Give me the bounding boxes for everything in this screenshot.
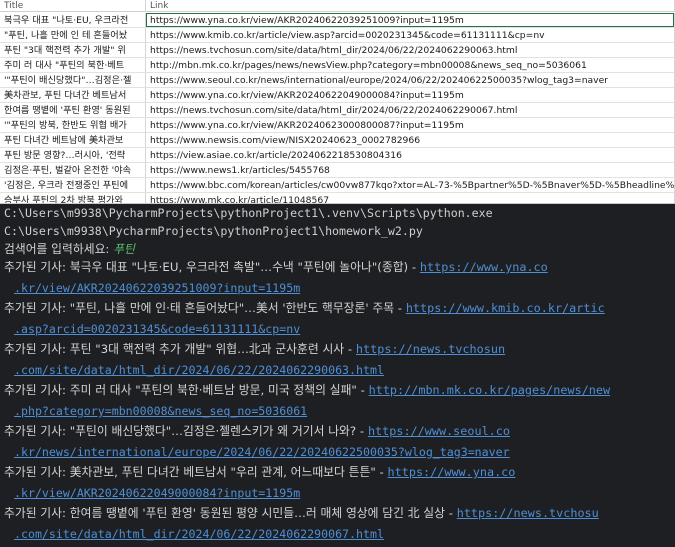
cell-link[interactable]: https://www.bbc.com/korean/articles/cw00… (146, 178, 675, 193)
output-line: 추가된 기사: 북극우 대표 "나토·EU, 우크라전 촉발"…수낵 "푸틴에 … (4, 258, 675, 276)
table-row: 한여름 땡볕에 '푸틴 환영' 동원된 https://news.tvchosun… (0, 103, 675, 118)
output-link-tail[interactable]: .php?category=mbn00008&news_seq_no=50360… (14, 404, 307, 418)
output-link-tail[interactable]: .asp?arcid=0020231345&code=61131111&cp=n… (14, 322, 300, 336)
output-link[interactable]: https://www.kmib.co.kr/artic (406, 301, 605, 315)
cell-link[interactable]: https://news.tvchosun.com/site/data/html… (146, 103, 675, 118)
input-prompt: 검색어를 입력하세요: 푸틴 (4, 240, 675, 258)
table-row: '김정은, 우크라 전쟁중인 푸틴에 https://www.bbc.com/ko… (0, 178, 675, 193)
output-link-continuation[interactable]: .kr/view/AKR20240622039251009?input=1195… (14, 279, 675, 297)
cell-link[interactable]: https://www.newsis.com/view/NISX20240623… (146, 133, 675, 148)
cell-title[interactable]: 美차관보, 푸틴 다녀간 베트남서 (0, 88, 146, 103)
cell-link[interactable]: https://www.yna.co.kr/view/AKR2024062204… (146, 88, 675, 103)
output-line: 추가된 기사: 美차관보, 푸틴 다녀간 베트남서 "우리 관계, 어느때보다 … (4, 463, 675, 481)
cell-link[interactable]: https://view.asiae.co.kr/article/2024062… (146, 148, 675, 163)
output-link[interactable]: https://news.tvchosun (356, 342, 505, 356)
cell-title[interactable]: 승부사 푸틴의 2차 방북 평가와 (0, 193, 146, 203)
cell-title[interactable]: 김정은·푸틴, 벌같아 온전한 '야속 (0, 163, 146, 178)
cell-title[interactable]: 푸틴 "3대 핵전력 추가 개발" 위 (0, 43, 146, 58)
cell-link[interactable]: https://www.yna.co.kr/view/AKR2024062203… (146, 13, 675, 28)
output-text: 추가된 기사: "푸틴이 배신당했다"…김정은·젤렌스키가 왜 거기서 나와? … (4, 424, 368, 438)
output-link-tail[interactable]: .com/site/data/html_dir/2024/06/22/20240… (14, 527, 384, 541)
table-row: "푸틴, 나흘 만에 인 테 흔들어놨 https://www.kmib.co.k… (0, 28, 675, 43)
output-text: 추가된 기사: 푸틴 "3대 핵전력 추가 개발" 위협…北과 군사훈련 시사 … (4, 342, 356, 356)
table-row: '"푸틴의 방북, 한반도 위협 배가 https://www.yna.co.kr… (0, 118, 675, 133)
cell-link[interactable]: https://www.seoul.co.kr/news/internation… (146, 73, 675, 88)
column-header-title[interactable]: Title (0, 0, 146, 12)
output-link[interactable]: https://news.tvchosu (457, 506, 599, 520)
command-line-interpreter: C:\Users\m9938\PycharmProjects\pythonPro… (4, 206, 493, 220)
output-link-continuation[interactable]: .kr/view/AKR20240622049000084?input=1195… (14, 484, 675, 502)
cell-title[interactable]: '"푸틴의 방북, 한반도 위협 배가 (0, 118, 146, 133)
output-link[interactable]: https://www.yna.co (420, 260, 548, 274)
table-row: 김정은·푸틴, 벌같아 온전한 '야속 https://www.news1.kr/… (0, 163, 675, 178)
output-link-continuation[interactable]: .com/site/data/html_dir/2024/06/22/20240… (14, 525, 675, 543)
table-row: '"푸틴이 배신당했다"…김정은·젤 https://www.seoul.co.k… (0, 73, 675, 88)
cell-title[interactable]: '김정은, 우크라 전쟁중인 푸틴에 (0, 178, 146, 193)
cell-link[interactable]: https://news.tvchosun.com/site/data/html… (146, 43, 675, 58)
prompt-input-value[interactable]: 푸틴 (113, 242, 135, 256)
output-link[interactable]: https://www.seoul.co (368, 424, 510, 438)
table-row: 푸틴 방문 영향?…러시아, '전략 https://view.asiae.co.… (0, 148, 675, 163)
cell-title[interactable]: '"푸틴이 배신당했다"…김정은·젤 (0, 73, 146, 88)
output-line: 추가된 기사: "푸틴, 나흘 만에 인·태 흔들어놨다"…美서 '한반도 핵무… (4, 299, 675, 317)
cell-link[interactable]: https://www.news1.kr/articles/5455768 (146, 163, 675, 178)
output-line: 추가된 기사: 한여름 땡볕에 '푸틴 환영' 동원된 평양 시민들…러 매체 … (4, 504, 675, 522)
output-link-tail[interactable]: .kr/view/AKR20240622039251009?input=1195… (14, 281, 300, 295)
cell-title[interactable]: 북극우 대표 "나토·EU, 우크라전 (0, 13, 146, 28)
cell-link[interactable]: https://www.yna.co.kr/view/AKR2024062300… (146, 118, 675, 133)
header-row: Title Link (0, 0, 675, 12)
output-link-continuation[interactable]: .kr/news/international/europe/2024/06/22… (14, 443, 675, 461)
run-console: C:\Users\m9938\PycharmProjects\pythonPro… (0, 204, 675, 547)
output-link[interactable]: http://mbn.mk.co.kr/pages/news/new (369, 383, 610, 397)
table-row: 승부사 푸틴의 2차 방북 평가와 https://www.mk.co.kr/ar… (0, 193, 675, 203)
output-link[interactable]: https://www.yna.co (388, 465, 516, 479)
table-row: 푸틴 "3대 핵전력 추가 개발" 위 https://news.tvchosun… (0, 43, 675, 58)
output-line: 추가된 기사: 주미 러 대사 "푸틴의 북한·베트남 방문, 미국 정책의 실… (4, 381, 675, 399)
table-row: 美차관보, 푸틴 다녀간 베트남서 https://www.yna.co.kr/v… (0, 88, 675, 103)
output-text: 추가된 기사: "푸틴, 나흘 만에 인·태 흔들어놨다"…美서 '한반도 핵무… (4, 301, 406, 315)
output-link-tail[interactable]: .com/site/data/html_dir/2024/06/22/20240… (14, 363, 384, 377)
output-line: 추가된 기사: "푸틴이 배신당했다"…김정은·젤렌스키가 왜 거기서 나와? … (4, 422, 675, 440)
table-row: 주미 러 대사 "푸틴의 북한·베트 http://mbn.mk.co.kr/pa… (0, 58, 675, 73)
cell-title[interactable]: 푸틴 다녀간 베트남에 美차관보 (0, 133, 146, 148)
output-text: 추가된 기사: 북극우 대표 "나토·EU, 우크라전 촉발"…수낵 "푸틴에 … (4, 260, 420, 274)
table-row: 푸틴 다녀간 베트남에 美차관보 https://www.newsis.com/v… (0, 133, 675, 148)
command-line-script: C:\Users\m9938\PycharmProjects\pythonPro… (4, 224, 423, 238)
output-text: 추가된 기사: 한여름 땡볕에 '푸틴 환영' 동원된 평양 시민들…러 매체 … (4, 506, 457, 520)
prompt-label: 검색어를 입력하세요: (4, 242, 114, 256)
output-link-tail[interactable]: .kr/news/international/europe/2024/06/22… (14, 445, 510, 459)
table-row: 북극우 대표 "나토·EU, 우크라전 https://www.yna.co.kr… (0, 13, 675, 28)
cell-link[interactable]: https://www.kmib.co.kr/article/view.asp?… (146, 28, 675, 43)
output-link-continuation[interactable]: .com/site/data/html_dir/2024/06/22/20240… (14, 361, 675, 379)
output-text: 추가된 기사: 주미 러 대사 "푸틴의 북한·베트남 방문, 미국 정책의 실… (4, 383, 369, 397)
output-link-tail[interactable]: .kr/view/AKR20240622049000084?input=1195… (14, 486, 300, 500)
cell-title[interactable]: 주미 러 대사 "푸틴의 북한·베트 (0, 58, 146, 73)
cell-title[interactable]: 한여름 땡볕에 '푸틴 환영' 동원된 (0, 103, 146, 118)
cell-title[interactable]: "푸틴, 나흘 만에 인 테 흔들어놨 (0, 28, 146, 43)
output-line: 추가된 기사: 푸틴 "3대 핵전력 추가 개발" 위협…北과 군사훈련 시사 … (4, 340, 675, 358)
output-link-continuation[interactable]: .php?category=mbn00008&news_seq_no=50360… (14, 402, 675, 420)
output-text: 추가된 기사: 美차관보, 푸틴 다녀간 베트남서 "우리 관계, 어느때보다 … (4, 465, 388, 479)
cell-title[interactable]: 푸틴 방문 영향?…러시아, '전략 (0, 148, 146, 163)
column-header-link[interactable]: Link (146, 0, 675, 12)
cell-link[interactable]: http://mbn.mk.co.kr/pages/news/newsView.… (146, 58, 675, 73)
output-link-continuation[interactable]: .asp?arcid=0020231345&code=61131111&cp=n… (14, 320, 675, 338)
spreadsheet: Title Link 북극우 대표 "나토·EU, 우크라전 https://ww… (0, 0, 675, 204)
cell-link[interactable]: https://www.mk.co.kr/article/11048567 (146, 193, 675, 203)
